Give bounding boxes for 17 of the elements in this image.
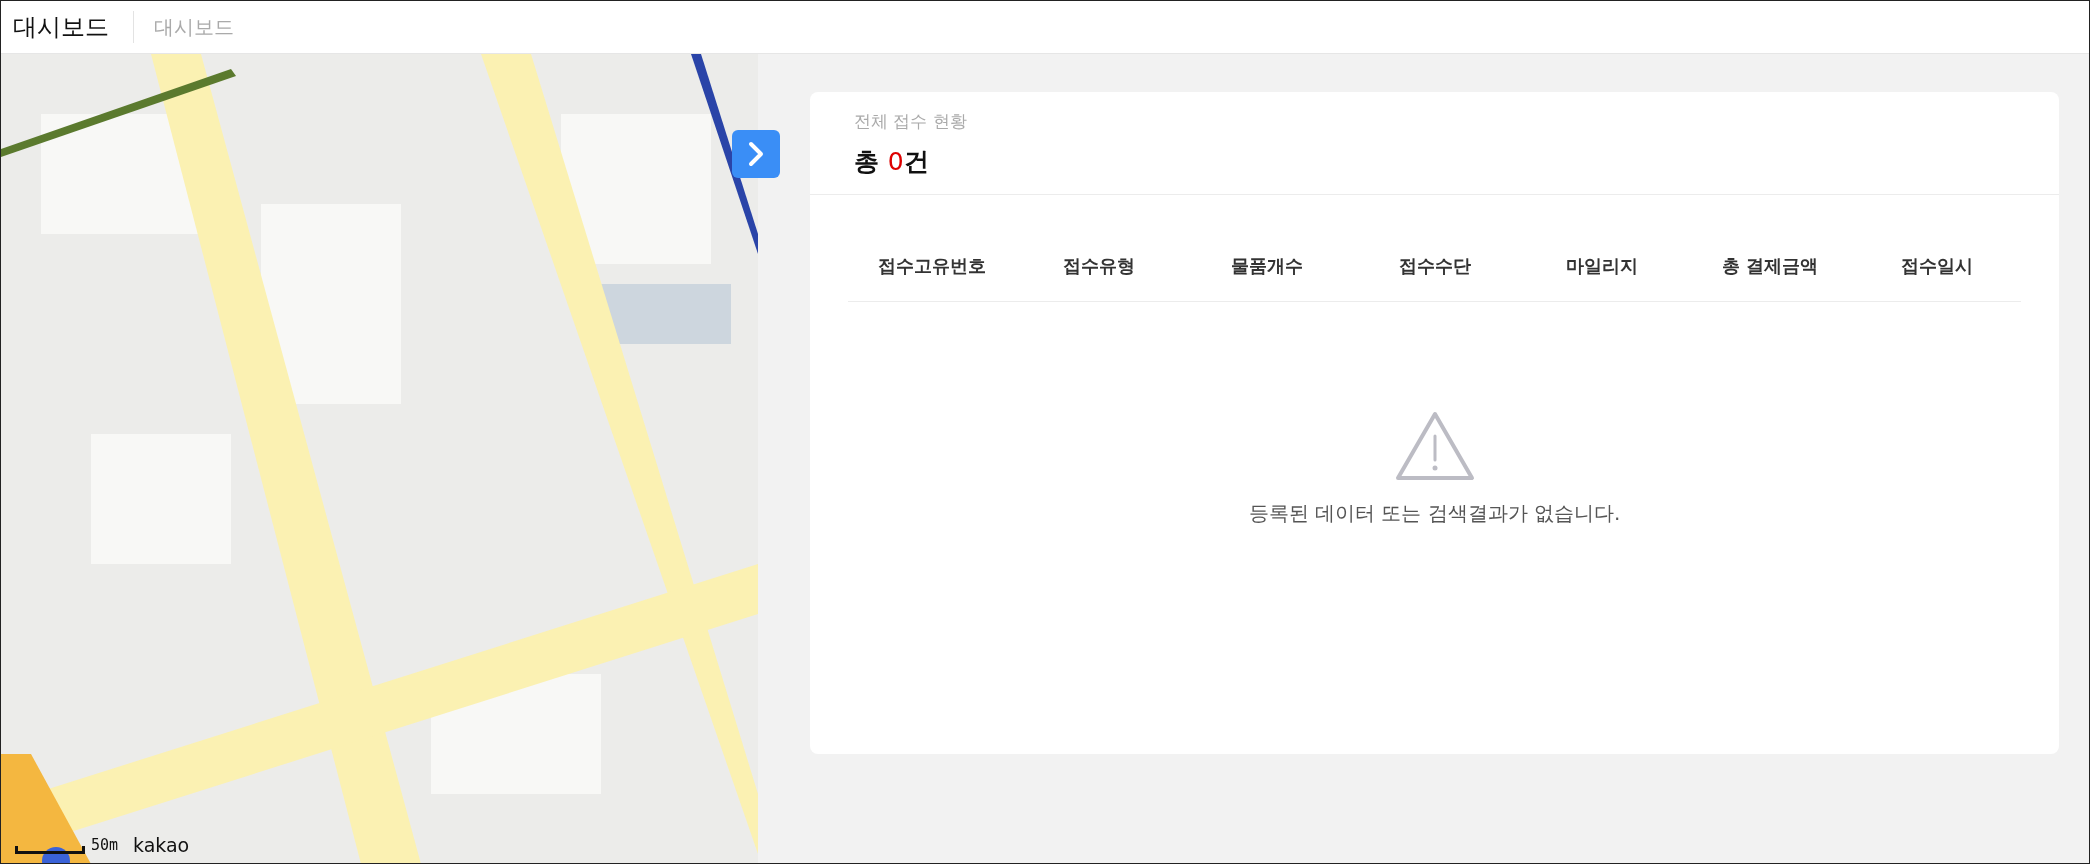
column-header: 접수일시	[1900, 254, 1975, 278]
map-scale: 50m	[91, 836, 119, 854]
column-header: 마일리지	[1565, 254, 1640, 278]
column-header: 접수수단	[1397, 254, 1472, 278]
column-header: 접수유형	[1062, 254, 1137, 278]
breadcrumb[interactable]: 대시보드	[134, 13, 234, 41]
scale-bar	[15, 846, 85, 854]
map-logo: kakao	[133, 834, 190, 856]
warning-icon	[1393, 410, 1476, 482]
card-subtitle: 전체 접수 현황	[854, 110, 968, 133]
empty-message: 등록된 데이터 또는 검색결과가 없습니다.	[1248, 500, 1621, 527]
column-header: 접수고유번호	[876, 254, 987, 278]
total-count: 총 0건	[854, 146, 930, 178]
column-header: 총 결제금액	[1720, 254, 1819, 278]
column-header: 물품개수	[1229, 254, 1304, 278]
page-title: 대시보드	[13, 11, 134, 43]
panel-toggle-button[interactable]	[732, 130, 780, 178]
